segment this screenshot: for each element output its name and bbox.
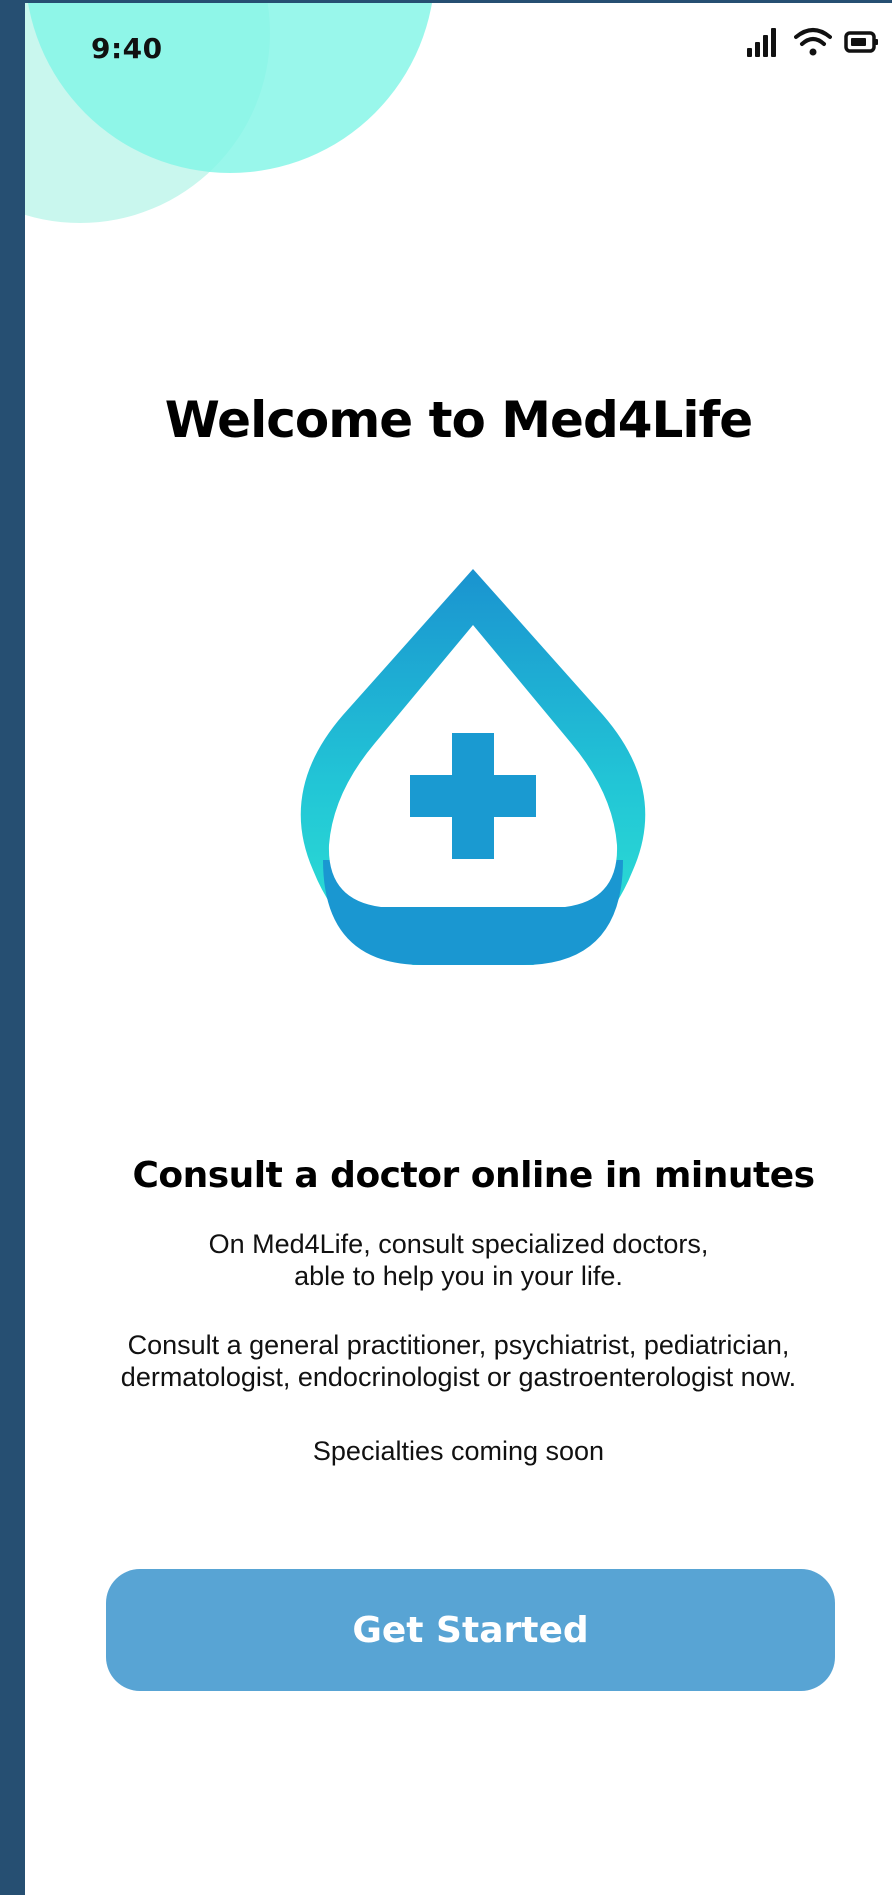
info-paragraph-intro-line2: able to help you in your life. xyxy=(294,1261,623,1291)
wifi-icon xyxy=(794,27,832,57)
get-started-button[interactable]: Get Started xyxy=(106,1569,835,1691)
info-headline: Consult a doctor online in minutes xyxy=(132,1155,815,1196)
welcome-title: Welcome to Med4Life xyxy=(164,391,753,449)
screen: 9:40 Welcome to Med4Life Consult a docto… xyxy=(25,3,892,1895)
info-paragraph-coming-soon: Specialties coming soon xyxy=(312,1436,605,1466)
info-paragraph-specialists-line2: dermatologist, endocrinologist or gastro… xyxy=(120,1362,797,1392)
status-bar: 9:40 xyxy=(25,3,892,93)
info-paragraph-intro: On Med4Life, consult specialized doctors… xyxy=(25,1228,892,1292)
status-icons xyxy=(746,27,880,57)
medical-drop-cross-logo xyxy=(283,565,663,973)
signal-icon xyxy=(746,27,782,57)
info-paragraph-specialists: Consult a general practitioner, psychiat… xyxy=(25,1329,892,1393)
info-paragraph-intro-line1: On Med4Life, consult specialized doctors… xyxy=(208,1229,709,1259)
status-time: 9:40 xyxy=(91,32,163,65)
battery-icon xyxy=(844,30,880,54)
info-paragraph-specialists-line1: Consult a general practitioner, psychiat… xyxy=(127,1330,790,1360)
